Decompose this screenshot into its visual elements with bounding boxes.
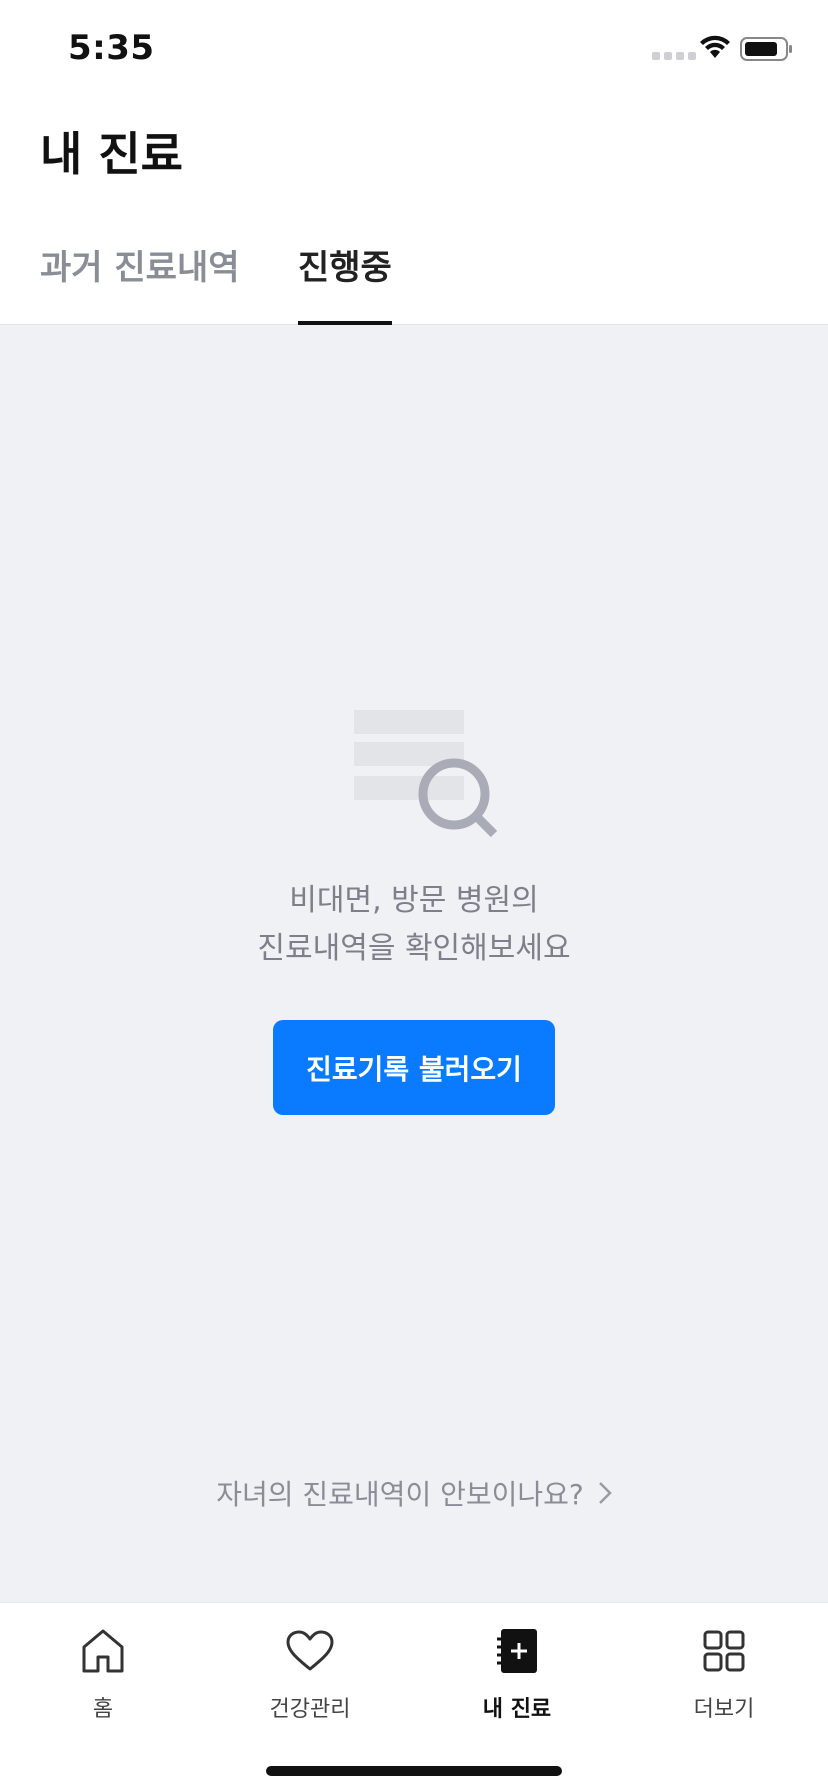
battery-icon bbox=[740, 37, 792, 61]
page-title: 내 진료 bbox=[40, 127, 183, 181]
bottom-navigation: 홈 건강관리 내 진료 더보기 bbox=[0, 1602, 828, 1792]
empty-message-line-2: 진료내역을 확인해보세요 bbox=[257, 931, 571, 966]
chevron-right-icon bbox=[598, 1482, 612, 1504]
nav-label-my-care: 내 진료 bbox=[482, 1697, 552, 1722]
notebook-plus-icon bbox=[497, 1629, 537, 1673]
status-bar: 5:35 bbox=[0, 0, 828, 100]
grid-icon bbox=[703, 1630, 745, 1672]
empty-message-line-1: 비대면, 방문 병원의 bbox=[289, 883, 539, 918]
nav-label-home: 홈 bbox=[92, 1697, 114, 1722]
status-time: 5:35 bbox=[68, 28, 155, 68]
empty-state-message: 비대면, 방문 병원의 진료내역을 확인해보세요 bbox=[0, 877, 828, 973]
tab-past-history[interactable]: 과거 진료내역 bbox=[40, 240, 240, 325]
home-indicator bbox=[266, 1766, 562, 1776]
nav-item-health[interactable]: 건강관리 bbox=[220, 1623, 400, 1723]
home-icon bbox=[82, 1629, 124, 1673]
tab-in-progress[interactable]: 진행중 bbox=[298, 240, 392, 325]
nav-item-more[interactable]: 더보기 bbox=[634, 1623, 814, 1723]
wifi-icon bbox=[700, 35, 730, 58]
main-content: 비대면, 방문 병원의 진료내역을 확인해보세요 진료기록 불러오기 자녀의 진… bbox=[0, 325, 828, 1602]
nav-item-home[interactable]: 홈 bbox=[13, 1623, 193, 1723]
tab-bar: 과거 진료내역 진행중 bbox=[0, 200, 828, 325]
nav-item-my-care[interactable]: 내 진료 bbox=[427, 1623, 607, 1723]
document-search-icon bbox=[354, 710, 498, 838]
nav-label-health: 건강관리 bbox=[269, 1697, 351, 1722]
cellular-signal-icon bbox=[652, 52, 696, 60]
load-records-button[interactable]: 진료기록 불러오기 bbox=[273, 1020, 555, 1115]
child-records-link[interactable]: 자녀의 진료내역이 안보이나요? bbox=[0, 1473, 828, 1513]
nav-label-more: 더보기 bbox=[693, 1697, 755, 1722]
heart-icon bbox=[286, 1630, 334, 1671]
child-records-link-label: 자녀의 진료내역이 안보이나요? bbox=[216, 1478, 584, 1511]
